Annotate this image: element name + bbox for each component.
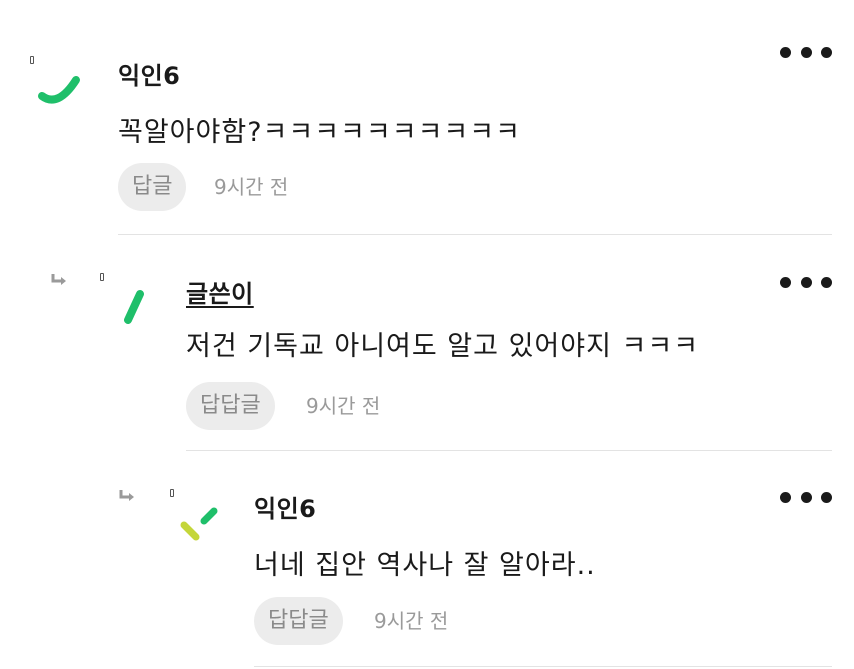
reply-button[interactable]: 답답글 <box>186 382 275 430</box>
reply-arrow-icon <box>51 274 66 285</box>
avatar <box>38 76 80 104</box>
comment-nickname[interactable]: 익인6 <box>118 56 180 91</box>
comment-timestamp: 9시간 전 <box>306 394 381 418</box>
reply-button[interactable]: 답글 <box>118 163 187 211</box>
comment-text: 저건 기독교 아니여도 알고 있어야지 ㅋㅋㅋ <box>186 331 700 362</box>
more-options-icon[interactable] <box>780 272 832 292</box>
reply-button[interactable]: 답답글 <box>254 597 343 645</box>
avatar <box>124 290 144 324</box>
avatar <box>180 507 218 541</box>
more-options-icon[interactable] <box>780 42 832 62</box>
comment-item: 익인6 꼭알아야함?ㅋㅋㅋㅋㅋㅋㅋㅋㅋㅋ 답글 9시간 전 <box>0 0 854 236</box>
divider <box>254 666 832 667</box>
comment-timestamp: 9시간 전 <box>214 175 289 199</box>
status-mark-icon <box>30 56 34 64</box>
comment-timestamp: 9시간 전 <box>374 609 449 633</box>
status-mark-icon <box>170 489 174 497</box>
comment-text: 꼭알아야함?ㅋㅋㅋㅋㅋㅋㅋㅋㅋㅋ <box>118 117 521 148</box>
status-mark-icon <box>100 273 104 281</box>
comment-text: 너네 집안 역사나 잘 알아라.. <box>254 550 596 581</box>
comment-nickname[interactable]: 글쓴이 <box>186 274 254 309</box>
reply-item: 글쓴이 저건 기독교 아니여도 알고 있어야지 ㅋㅋㅋ 답답글 9시간 전 <box>0 236 854 451</box>
comment-nickname[interactable]: 익인6 <box>254 489 316 524</box>
more-options-icon[interactable] <box>780 487 832 507</box>
reply-arrow-icon <box>119 490 134 501</box>
reply-item: 익인6 너네 집안 역사나 잘 알아라.. 답답글 9시간 전 <box>0 451 854 669</box>
divider <box>118 234 832 235</box>
